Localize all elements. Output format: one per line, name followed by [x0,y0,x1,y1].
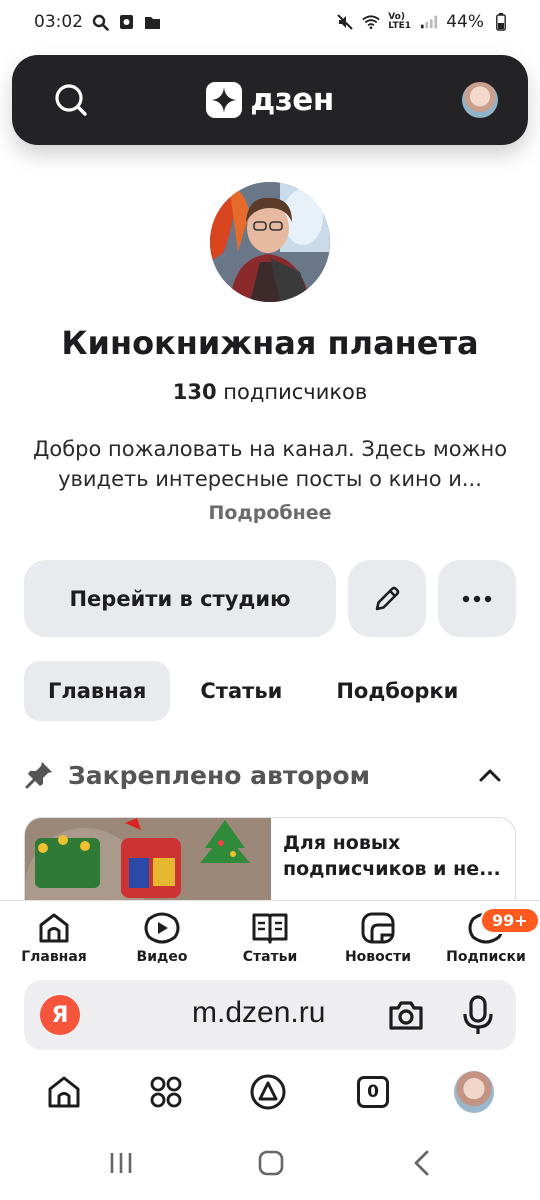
pinned-section-header[interactable]: Закреплено автором [24,755,516,795]
alice-button[interactable] [248,1072,288,1112]
video-icon [144,912,180,944]
nav-subscriptions-label: Подписки [446,949,526,965]
subscribers-number: 130 [172,380,217,404]
yandex-logo[interactable]: Я [40,995,80,1035]
system-home-button[interactable] [258,1150,284,1180]
home-icon [48,1076,80,1108]
top-header: дзен [12,55,528,145]
tabs-button[interactable]: 0 [353,1072,393,1112]
profile-avatar [454,1071,494,1113]
nav-home-label: Главная [21,949,87,965]
articles-icon [252,913,288,944]
wifi-icon [362,13,380,31]
nav-home[interactable]: Главная [0,901,108,972]
nav-news-label: Новости [344,949,412,965]
camera-search-button[interactable] [386,995,426,1039]
nav-video-label: Видео [136,949,188,965]
dzen-logo[interactable]: дзен [206,82,334,118]
status-time: 03:02 [34,12,83,32]
camera-icon [389,1001,423,1030]
home-icon [39,913,69,943]
edit-button[interactable] [348,560,426,637]
tab-collections[interactable]: Подборки [312,661,482,721]
nav-articles[interactable]: Статьи [216,901,324,972]
browser-address-bar[interactable]: Я m.dzen.ru [24,980,516,1050]
pinned-label: Закреплено автором [68,760,371,790]
browser-bottom-nav: 0 [0,1060,540,1124]
tab-count: 0 [357,1076,389,1108]
channel-tabs: Главная Статьи Подборки [24,661,482,721]
subscribers-label: подписчиков [223,380,368,404]
subscriptions-badge: 99+ [480,907,540,934]
folder-icon [143,13,161,31]
channel-avatar [210,182,330,302]
news-icon [361,912,395,944]
pin-icon [25,762,52,789]
network-label: Vo) LTE1 [388,12,411,31]
services-button[interactable] [146,1072,186,1112]
site-bottom-nav: Главная Видео Статьи Новости Подписки 99… [0,900,540,972]
system-nav-bar [0,1130,540,1200]
status-bar: 03:02 Vo) LTE1 44% [0,0,540,44]
alice-icon [250,1074,286,1110]
screenshot-icon [117,13,135,31]
nav-video[interactable]: Видео [108,901,216,972]
article-title: Для новых подписчиков и не... [283,830,503,882]
chevron-up-icon [479,769,501,782]
logo-text: дзен [250,82,334,118]
more-link[interactable]: Подробнее [0,502,540,524]
microphone-icon [463,995,493,1034]
voice-search-button[interactable] [460,994,496,1040]
search-button[interactable] [52,81,90,119]
back-button[interactable] [412,1150,432,1180]
battery-icon [492,13,510,31]
recent-apps-button[interactable] [108,1150,134,1180]
more-options-button[interactable] [438,560,516,637]
more-dots-icon [462,595,492,602]
profile-button[interactable] [454,1071,494,1113]
url-text[interactable]: m.dzen.ru [192,996,325,1030]
article-title-line-2: подписчиков и не... [283,858,501,880]
nav-news[interactable]: Новости [324,901,432,972]
tab-articles[interactable]: Статьи [176,661,306,721]
subscribers-count: 130 подписчиков [0,380,540,404]
channel-title: Кинокнижная планета [61,324,479,362]
collapse-button[interactable] [478,763,502,791]
browser-home-button[interactable] [44,1072,84,1112]
user-avatar[interactable] [462,82,498,118]
description-line-1: Добро пожаловать на канал. Здесь можно [32,437,508,461]
back-chevron-icon [414,1150,429,1176]
article-title-line-1: Для новых [283,832,401,854]
tab-main[interactable]: Главная [24,661,171,721]
pencil-icon [375,586,400,610]
battery-percent: 44% [446,12,484,32]
search-icon [55,84,87,116]
dzen-star-icon [206,82,243,118]
signal-icon [420,13,438,31]
grid-icon [150,1076,182,1108]
description-line-2: увидеть интересные посты о кино и... [58,467,482,491]
mute-icon [336,13,354,31]
nav-subscriptions[interactable]: Подписки 99+ [432,901,540,972]
nav-articles-label: Статьи [242,949,298,965]
channel-description: Добро пожаловать на канал. Здесь можно у… [20,434,520,494]
recents-icon [110,1153,132,1173]
search-icon [91,13,109,31]
go-to-studio-button[interactable]: Перейти в студию [24,560,336,637]
home-square-icon [258,1150,284,1176]
